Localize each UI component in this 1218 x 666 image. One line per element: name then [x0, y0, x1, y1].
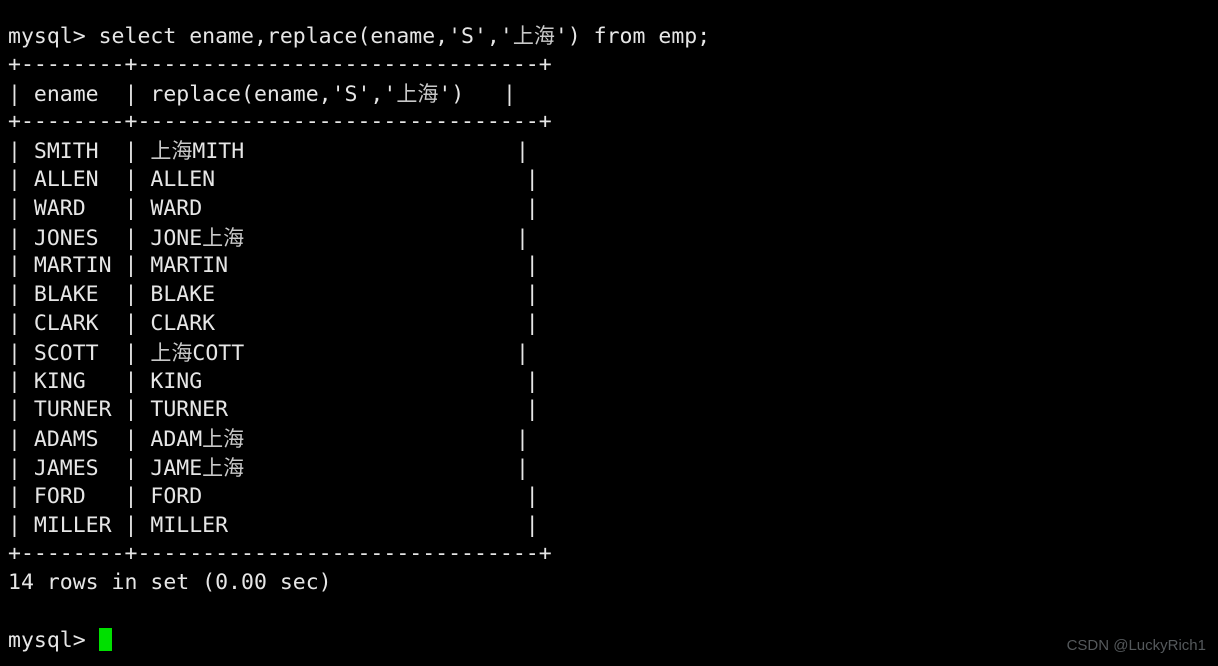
- cell-ename: | JONES |: [8, 225, 151, 251]
- cell-replaced-prefix: MILLER: [150, 512, 229, 538]
- prompt-label: mysql>: [8, 627, 86, 653]
- table-row: | JAMES | JAME上海 |: [8, 454, 1208, 483]
- table-row: | MILLER | MILLER |: [8, 512, 1208, 541]
- cell-replaced-cjk: 上海: [202, 225, 245, 250]
- table-row: | JONES | JONE上海 |: [8, 224, 1208, 253]
- cell-ename: | WARD |: [8, 195, 151, 221]
- table-row: | CLARK | CLARK |: [8, 310, 1208, 339]
- cell-replaced-prefix: KING: [150, 368, 203, 394]
- table-bottom-border: +--------+------------------------------…: [8, 541, 552, 567]
- cell-replaced-prefix: BLAKE: [150, 282, 216, 308]
- cell-replaced-padding: |: [215, 310, 539, 336]
- table-header-border: +--------+------------------------------…: [8, 109, 552, 135]
- cell-ename: | ALLEN |: [8, 166, 151, 192]
- cell-ename: | FORD |: [8, 483, 151, 509]
- cell-replaced-padding: |: [215, 282, 539, 308]
- table-row: | KING | KING |: [8, 368, 1208, 397]
- cell-replaced-prefix: ADAM: [150, 427, 203, 453]
- table-row: | SMITH | 上海MITH |: [8, 137, 1208, 166]
- result-status-line: 14 rows in set (0.00 sec): [8, 570, 332, 596]
- cell-replaced-padding: |: [228, 253, 539, 279]
- cell-replaced-padding: |: [215, 166, 539, 192]
- query-cjk-literal: 上海: [512, 24, 555, 48]
- cell-ename: | SCOTT |: [8, 340, 151, 366]
- cell-ename: | SMITH |: [8, 139, 151, 165]
- header-cjk-literal: 上海: [396, 81, 439, 106]
- cell-replaced-padding: |: [244, 340, 529, 366]
- cell-replaced-suffix: MITH: [192, 139, 245, 165]
- cell-replaced-prefix: WARD: [150, 195, 203, 221]
- cell-ename: | BLAKE |: [8, 282, 151, 308]
- header-text-after-cjk: ') |: [438, 81, 516, 107]
- cell-ename: | MARTIN |: [8, 253, 151, 279]
- cell-ename: | KING |: [8, 368, 151, 394]
- prompt-line[interactable]: mysql>: [8, 627, 1208, 656]
- query-text-before-cjk: mysql> select ename,replace(ename,'S',': [8, 24, 513, 49]
- text-cursor[interactable]: [98, 627, 112, 651]
- table-row: | ADAMS | ADAM上海 |: [8, 425, 1208, 454]
- table-rows: | SMITH | 上海MITH | | ALLEN | ALLEN | | WAR…: [8, 137, 1208, 540]
- cell-replaced-padding: |: [244, 225, 529, 251]
- cell-ename: | MILLER |: [8, 512, 151, 538]
- table-row: | TURNER | TURNER |: [8, 396, 1208, 425]
- cell-replaced-padding: |: [228, 512, 539, 538]
- terminal-window[interactable]: mysql> select ename,replace(ename,'S','上…: [0, 0, 1218, 666]
- cell-replaced-padding: |: [202, 483, 539, 509]
- cell-replaced-prefix: TURNER: [150, 397, 229, 423]
- cell-replaced-padding: |: [202, 368, 539, 394]
- table-top-border: +--------+------------------------------…: [8, 51, 552, 77]
- cell-replaced-cjk: 上海: [150, 139, 193, 164]
- cell-replaced-prefix: ALLEN: [150, 166, 216, 192]
- table-row: | FORD | FORD |: [8, 483, 1208, 512]
- cell-replaced-suffix: COTT: [192, 340, 245, 366]
- cell-ename: | CLARK |: [8, 310, 151, 336]
- cell-replaced-prefix: MARTIN: [150, 253, 229, 279]
- cell-replaced-padding: |: [244, 139, 529, 165]
- cell-replaced-cjk: 上海: [150, 340, 193, 365]
- table-header-row: | ename | replace(ename,'S','上海') |: [8, 80, 1208, 109]
- query-line: mysql> select ename,replace(ename,'S','上…: [8, 22, 1208, 51]
- table-row: | BLAKE | BLAKE |: [8, 281, 1208, 310]
- table-row: | ALLEN | ALLEN |: [8, 166, 1208, 195]
- cell-replaced-cjk: 上海: [202, 427, 245, 452]
- table-row: | MARTIN | MARTIN |: [8, 252, 1208, 281]
- table-row: | SCOTT | 上海COTT |: [8, 339, 1208, 368]
- query-text-after-cjk: ') from emp;: [554, 24, 711, 49]
- table-row: | WARD | WARD |: [8, 195, 1208, 224]
- cell-replaced-prefix: JONE: [150, 225, 203, 251]
- cell-replaced-padding: |: [244, 455, 529, 481]
- cell-replaced-prefix: JAME: [150, 455, 203, 481]
- header-text-before-cjk: | ename | replace(ename,'S',': [8, 81, 397, 107]
- cell-replaced-padding: |: [202, 195, 539, 221]
- cell-ename: | TURNER |: [8, 397, 151, 423]
- cell-replaced-padding: |: [244, 427, 529, 453]
- cell-replaced-padding: |: [228, 397, 539, 423]
- terminal-screen: mysql> select ename,replace(ename,'S','上…: [8, 22, 1208, 656]
- cell-replaced-prefix: FORD: [150, 483, 203, 509]
- cell-ename: | ADAMS |: [8, 427, 151, 453]
- cell-ename: | JAMES |: [8, 455, 151, 481]
- watermark-label: CSDN @LuckyRich1: [1066, 637, 1206, 654]
- cell-replaced-cjk: 上海: [202, 455, 245, 480]
- cell-replaced-prefix: CLARK: [150, 310, 216, 336]
